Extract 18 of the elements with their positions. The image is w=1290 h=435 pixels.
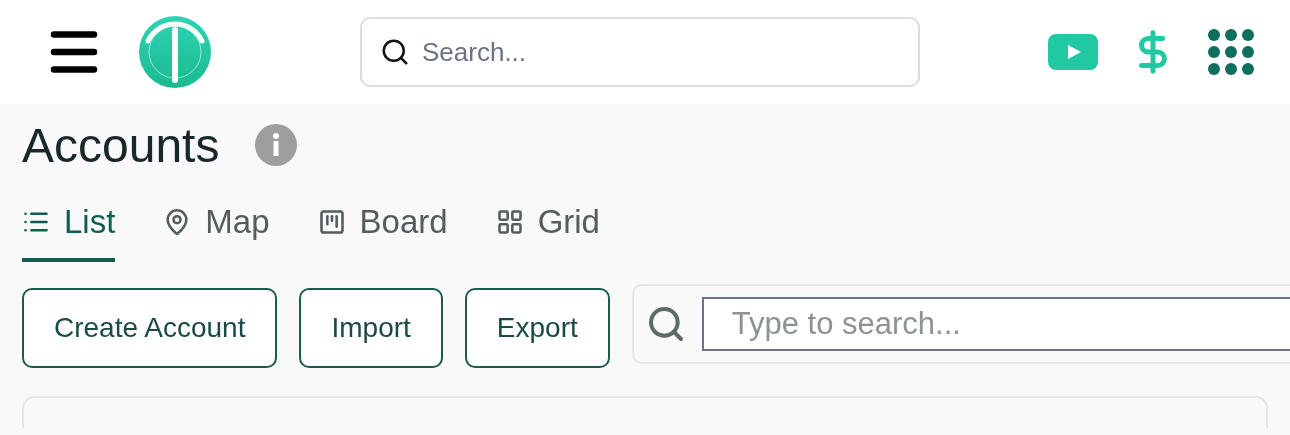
search-field[interactable]: Type to search... xyxy=(701,297,1290,351)
view-tab[interactable]: Map xyxy=(163,198,270,262)
page-title: Accounts xyxy=(22,117,220,173)
view-tab[interactable]: Grid xyxy=(495,198,600,262)
search-bar[interactable]: Search... xyxy=(360,17,920,87)
action-button[interactable]: Import xyxy=(299,288,443,368)
video-play-icon[interactable] xyxy=(1048,34,1098,70)
action-button[interactable]: Create Account xyxy=(22,288,278,368)
action-button[interactable]: Export xyxy=(464,288,610,368)
info-icon[interactable] xyxy=(255,124,298,166)
search-field[interactable]: Search... xyxy=(420,35,900,69)
view-tab[interactable]: List xyxy=(22,198,116,262)
grid-icon xyxy=(495,208,524,236)
view-tab[interactable]: Board xyxy=(317,198,448,262)
search-icon xyxy=(380,37,410,67)
kanban-icon xyxy=(317,208,346,236)
apps-grid-icon[interactable] xyxy=(1208,29,1254,75)
logo-icon[interactable] xyxy=(138,15,212,89)
